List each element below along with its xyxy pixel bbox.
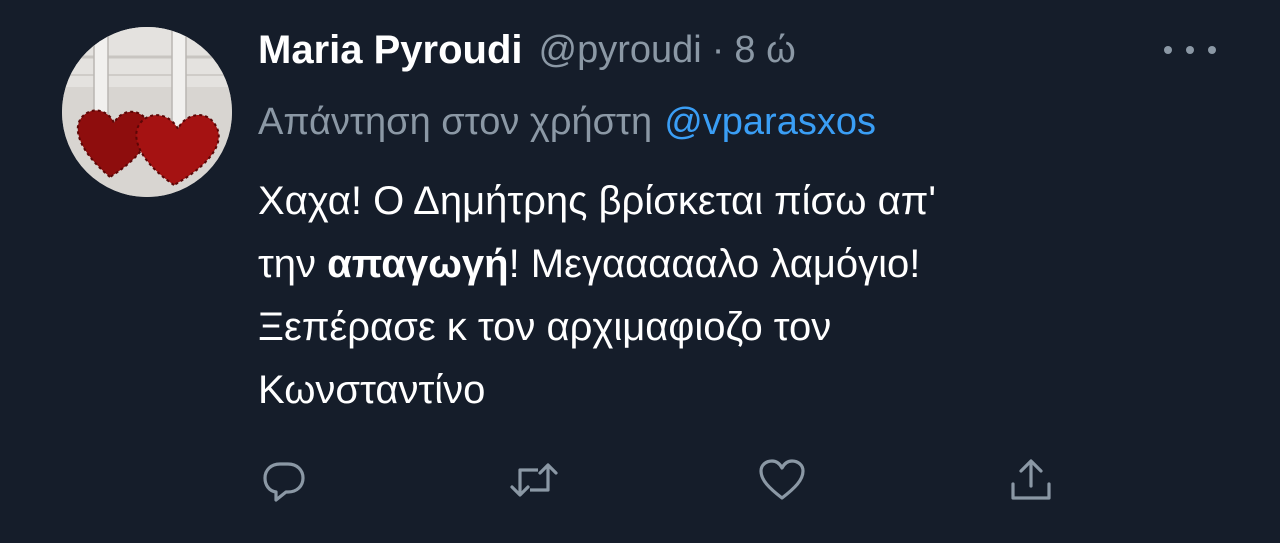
tweet-text-segment: την <box>258 242 328 286</box>
reply-context: Απάντηση στον χρήστη @vparasxos <box>258 96 876 148</box>
avatar[interactable] <box>62 27 232 197</box>
more-options-button[interactable] <box>1164 36 1216 64</box>
tweet-text-line: Κωνσταντίνο <box>258 368 486 412</box>
tweet-text-line: Ξεπέρασε κ τον αρχιμαφιοζο τον <box>258 305 832 349</box>
tweet-text: Χαχα! Ο Δημήτρης βρίσκεται πίσω απ' την … <box>258 170 1218 422</box>
more-horizontal-icon-dot <box>1164 46 1172 54</box>
reply-to-link[interactable]: @vparasxos <box>664 101 876 144</box>
reply-button[interactable] <box>254 450 314 510</box>
tweet-actions <box>0 450 1280 510</box>
avatar-image <box>62 27 232 197</box>
heart-icon <box>759 459 805 500</box>
author-handle[interactable]: @pyroudi <box>539 29 702 72</box>
tweet-text-line: Χαχα! Ο Δημήτρης βρίσκεται πίσω απ' <box>258 179 936 223</box>
share-icon <box>1011 459 1051 500</box>
retweet-icon <box>510 463 558 497</box>
retweet-button[interactable] <box>504 450 564 510</box>
tweet-text-line: την απαγωγή! Μεγαααααλο λαμόγιο! <box>258 233 1218 296</box>
separator-dot: · <box>711 28 725 71</box>
tweet-header: Maria Pyroudi @pyroudi · 8 ώ <box>258 24 796 76</box>
author-name[interactable]: Maria Pyroudi <box>258 28 523 73</box>
timestamp[interactable]: 8 ώ <box>734 29 795 72</box>
tweet-card: Maria Pyroudi @pyroudi · 8 ώ Απάντηση στ… <box>0 0 1280 543</box>
reply-bubble-icon <box>263 462 305 502</box>
more-horizontal-icon-dot <box>1208 46 1216 54</box>
share-button[interactable] <box>1001 450 1061 510</box>
reply-prefix: Απάντηση στον χρήστη <box>258 100 653 143</box>
tweet-text-bold: απαγωγή <box>327 242 509 286</box>
like-button[interactable] <box>752 450 812 510</box>
more-horizontal-icon-dot <box>1186 46 1194 54</box>
tweet-text-segment: ! Μεγαααααλο λαμόγιο! <box>508 242 921 286</box>
